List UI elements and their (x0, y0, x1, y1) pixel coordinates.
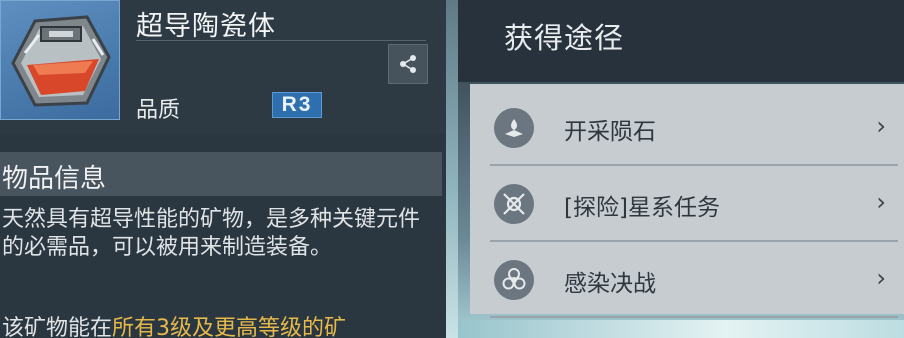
item-detail-panel: 超导陶瓷体 品质 R3 物品信息 天然具有超导性能的矿物，是多种关键元件的必需品… (0, 0, 446, 338)
item-name: 超导陶瓷体 (136, 11, 276, 42)
info-section-header: 物品信息 (0, 152, 442, 196)
source-label: 开采陨石 (564, 119, 656, 145)
source-item-biohazard[interactable]: 感染决战 › (490, 242, 898, 318)
sources-header: 获得途径 (458, 0, 904, 82)
source-item-mining[interactable]: 开采陨石 › (490, 90, 898, 166)
share-button[interactable] (388, 44, 428, 84)
quality-badge: R3 (272, 92, 322, 118)
description-prefix: 该矿物能在 (2, 316, 113, 338)
chevron-right-icon: › (876, 112, 886, 140)
source-label: 感染决战 (564, 271, 656, 297)
sources-title: 获得途径 (504, 21, 625, 55)
exploration-icon (494, 184, 534, 224)
sources-panel: 获得途径 开采陨石 › [探险]星系任务 › 感染决战 › (458, 0, 904, 338)
item-header: 超导陶瓷体 品质 R3 (0, 0, 446, 134)
item-description-extra: 该矿物能在所有3级及更高等级的矿 (2, 315, 442, 338)
chevron-right-icon: › (876, 188, 886, 216)
quality-label: 品质 (136, 98, 181, 123)
panel-gap (446, 0, 458, 338)
description-highlight: 所有3级及更高等级的矿 (112, 316, 347, 338)
item-icon (0, 0, 120, 120)
source-label: [探险]星系任务 (564, 195, 720, 221)
background-glow (458, 320, 904, 338)
chevron-right-icon: › (876, 264, 886, 292)
sources-list: 开采陨石 › [探险]星系任务 › 感染决战 › (470, 84, 904, 318)
source-item-exploration[interactable]: [探险]星系任务 › (490, 166, 898, 242)
ceramic-canister-icon (11, 15, 111, 107)
mining-icon (494, 108, 534, 148)
share-icon (400, 55, 416, 73)
info-section-title: 物品信息 (2, 164, 107, 194)
divider (136, 40, 426, 41)
item-description: 天然具有超导性能的矿物，是多种关键元件的必需品，可以被用来制造装备。 (2, 207, 421, 260)
biohazard-icon (494, 260, 534, 300)
